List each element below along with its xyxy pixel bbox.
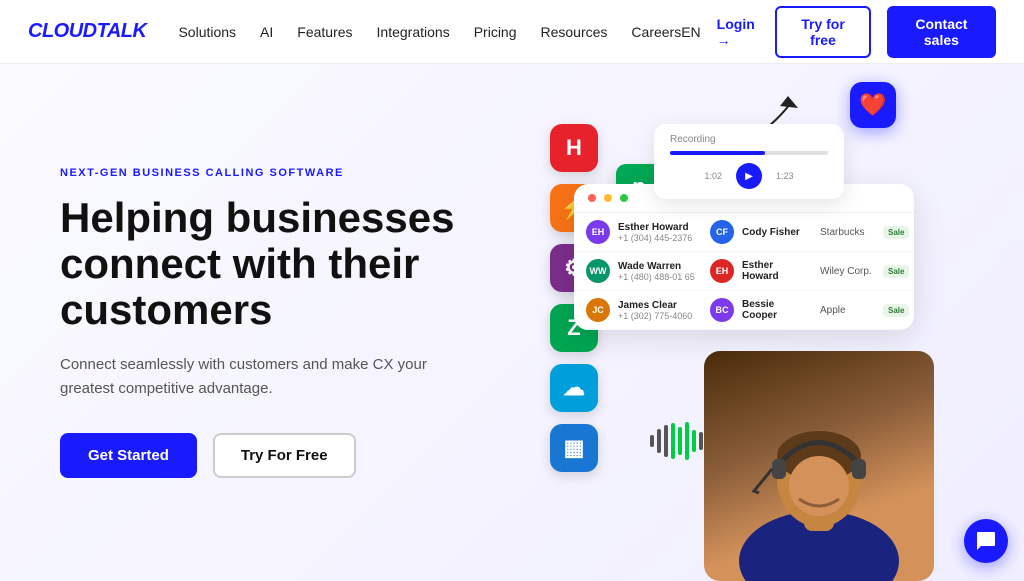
logo: CLOUDTALK — [28, 20, 146, 43]
rec-time-start: 1:02 — [704, 171, 722, 181]
salesforce-icon: ☁ — [550, 364, 598, 412]
phone-james: +1 (302) 775-4060 — [618, 311, 698, 321]
heart-notification: ❤️ — [850, 82, 896, 128]
recording-card: Recording 1:02 ▶ 1:23 — [654, 124, 844, 199]
play-button[interactable]: ▶ — [736, 163, 762, 189]
main-content: NEXT-GEN BUSINESS CALLING SOFTWARE Helpi… — [0, 64, 1024, 581]
hero-headline: Helping businesses connect with their cu… — [60, 195, 540, 334]
try-free-button[interactable]: Try for free — [775, 6, 871, 58]
rec-time-end: 1:23 — [776, 171, 794, 181]
window-dot-green — [620, 194, 628, 202]
avatar-wade: WW — [586, 259, 610, 283]
name-bessie: Bessie Cooper — [742, 299, 812, 321]
grid-icon: ▦ — [550, 424, 598, 472]
hero-left: NEXT-GEN BUSINESS CALLING SOFTWARE Helpi… — [60, 167, 540, 479]
company-starbucks: Starbucks — [820, 227, 875, 238]
badge-sale-2: Sale — [883, 265, 909, 278]
name-james: James Clear — [618, 300, 698, 311]
wave-6 — [685, 422, 689, 460]
crm-row-1: EH Esther Howard +1 (304) 445-2376 CF Co… — [574, 213, 914, 252]
nav-ai[interactable]: AI — [260, 24, 273, 40]
window-dot-red — [588, 194, 596, 202]
cta-buttons: Get Started Try For Free — [60, 433, 540, 478]
chat-support-button[interactable] — [964, 519, 1008, 563]
name-esther: Esther Howard — [618, 222, 698, 233]
phone-wade: +1 (480) 488-01 65 — [618, 272, 698, 282]
badge-sale-1: Sale — [883, 226, 909, 239]
nav-features[interactable]: Features — [297, 24, 352, 40]
contact-sales-button[interactable]: Contact sales — [887, 6, 996, 58]
avatar-esther: EH — [586, 220, 610, 244]
hero-right: ❤️ Recording 1:02 ▶ 1:23 EH — [540, 64, 964, 581]
name-esther2: Esther Howard — [742, 260, 812, 282]
wave-7 — [692, 430, 696, 452]
crm-card: EH Esther Howard +1 (304) 445-2376 CF Co… — [574, 184, 914, 330]
login-button[interactable]: Login → — [717, 16, 760, 48]
company-apple: Apple — [820, 305, 875, 316]
avatar-cody: CF — [710, 220, 734, 244]
wave-5 — [678, 427, 682, 455]
nav-right: EN Login → Try for free Contact sales — [681, 6, 996, 58]
language-selector[interactable]: EN — [681, 24, 700, 40]
recording-progress-bar — [670, 151, 828, 155]
nav-integrations[interactable]: Integrations — [377, 24, 450, 40]
avatar-bessie: BC — [710, 298, 734, 322]
wave-1 — [650, 435, 654, 447]
wave-4 — [671, 423, 675, 459]
avatar-esther2: EH — [710, 259, 734, 283]
hubspot-icon: H — [550, 124, 598, 172]
nav-links: Solutions AI Features Integrations Prici… — [178, 24, 681, 40]
nav-pricing[interactable]: Pricing — [474, 24, 517, 40]
nav-resources[interactable]: Resources — [541, 24, 608, 40]
navbar: CLOUDTALK Solutions AI Features Integrat… — [0, 0, 1024, 64]
window-dot-yellow — [604, 194, 612, 202]
agent-photo — [704, 351, 934, 581]
phone-esther: +1 (304) 445-2376 — [618, 233, 698, 243]
recording-progress-fill — [670, 151, 765, 155]
nav-solutions[interactable]: Solutions — [178, 24, 236, 40]
wave-3 — [664, 425, 668, 457]
badge-sale-3: Sale — [883, 304, 909, 317]
eyebrow-text: NEXT-GEN BUSINESS CALLING SOFTWARE — [60, 167, 540, 179]
name-cody: Cody Fisher — [742, 227, 812, 238]
hero-subtext: Connect seamlessly with customers and ma… — [60, 353, 480, 401]
crm-row-2: WW Wade Warren +1 (480) 488-01 65 EH Est… — [574, 252, 914, 291]
wave-2 — [657, 429, 661, 453]
company-wiley: Wiley Corp. — [820, 266, 875, 277]
avatar-james: JC — [586, 298, 610, 322]
crm-row-3: JC James Clear +1 (302) 775-4060 BC Bess… — [574, 291, 914, 330]
nav-careers[interactable]: Careers — [631, 24, 681, 40]
recording-title: Recording — [670, 134, 828, 145]
recording-controls: 1:02 ▶ 1:23 — [670, 163, 828, 189]
chat-icon — [975, 530, 997, 552]
wave-8 — [699, 432, 703, 450]
get-started-button[interactable]: Get Started — [60, 433, 197, 478]
agent-silhouette — [704, 351, 934, 581]
name-wade: Wade Warren — [618, 261, 698, 272]
try-for-free-hero-button[interactable]: Try For Free — [213, 433, 356, 478]
